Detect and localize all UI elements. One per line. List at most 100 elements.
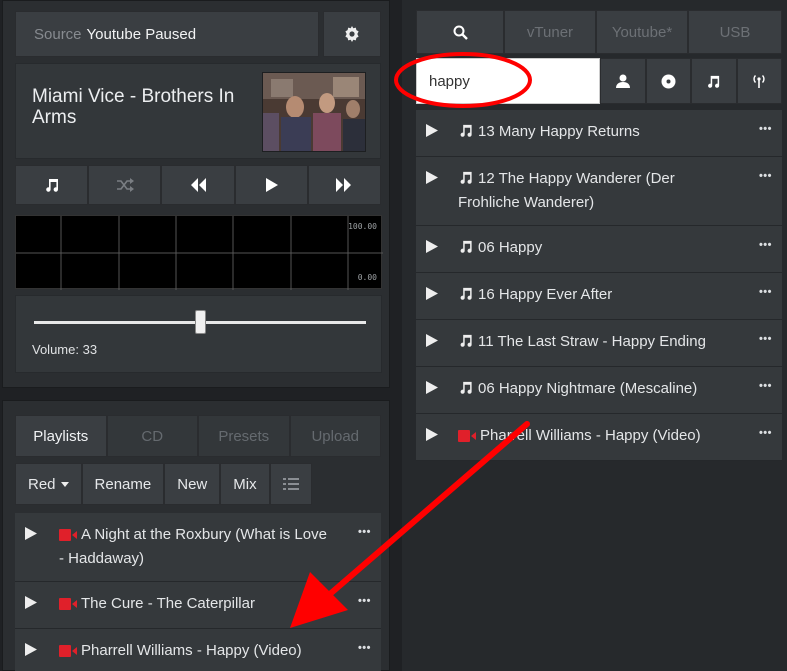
playlist-select-dropdown[interactable]: Red [15, 463, 82, 505]
video-icon [59, 642, 77, 664]
list-view-button[interactable] [269, 463, 312, 505]
item-title: 06 Happy [478, 239, 543, 256]
tab-presets[interactable]: Presets [198, 415, 290, 457]
mix-button[interactable]: Mix [220, 463, 270, 505]
more-options-icon[interactable]: ••• [759, 286, 772, 298]
item-title: 13 Many Happy Returns [478, 123, 640, 140]
list-item-text: Pharrell Williams - Happy (Video) [416, 414, 782, 460]
tab-upload[interactable]: Upload [289, 415, 381, 457]
play-icon[interactable] [426, 428, 438, 445]
playlist-select-value: Red [28, 475, 56, 493]
volume-slider-handle[interactable] [194, 310, 206, 334]
item-title: 11 The Last Straw - Happy Ending [478, 333, 706, 350]
music-note-icon [458, 123, 474, 145]
source-label: Source [34, 25, 82, 43]
tab-youtube[interactable]: Youtube* [596, 10, 688, 54]
more-options-icon[interactable]: ••• [358, 595, 371, 607]
tab-usb[interactable]: USB [688, 10, 782, 54]
item-title: A Night at the Roxbury (What is Love - H… [59, 526, 327, 567]
tab-cd[interactable]: CD [106, 415, 198, 457]
list-item[interactable]: 12 The Happy Wanderer (Der Frohliche Wan… [416, 157, 782, 226]
list-item[interactable]: Pharrell Williams - Happy (Video) ••• [15, 629, 381, 671]
list-item[interactable]: A Night at the Roxbury (What is Love - H… [15, 513, 381, 582]
now-playing-card: Miami Vice - Brothers In Arms [15, 63, 381, 159]
search-tab[interactable] [416, 10, 504, 54]
spectrum-display: 100.00 0.00 [15, 215, 383, 290]
video-icon [59, 526, 77, 548]
more-options-icon[interactable]: ••• [759, 380, 772, 392]
tab-vtuner[interactable]: vTuner [504, 10, 596, 54]
transport-controls [15, 165, 382, 205]
more-options-icon[interactable]: ••• [358, 642, 371, 654]
music-note-icon [458, 380, 474, 402]
filter-radio-button[interactable] [736, 58, 782, 104]
play-icon[interactable] [25, 596, 37, 613]
volume-label: Volume: 33 [32, 342, 98, 357]
queue-button[interactable] [15, 165, 89, 205]
more-options-icon[interactable]: ••• [759, 123, 772, 135]
list-item[interactable]: 11 The Last Straw - Happy Ending ••• [416, 320, 782, 367]
library-tabs: Playlists CD Presets Upload [15, 415, 381, 457]
list-item-text: Pharrell Williams - Happy (Video) [15, 629, 381, 671]
music-note-icon [458, 333, 474, 355]
search-input[interactable] [416, 58, 600, 104]
spectrum-max-label: 100.00 [348, 222, 377, 231]
artist-icon [615, 74, 630, 88]
video-icon [458, 427, 476, 449]
new-button[interactable]: New [164, 463, 221, 505]
item-title: 16 Happy Ever After [478, 286, 613, 303]
list-item[interactable]: 16 Happy Ever After ••• [416, 273, 782, 320]
search-panel: vTuner Youtube* USB 13 Many Happy Return… [402, 0, 787, 671]
fast-forward-button[interactable] [307, 165, 382, 205]
tab-playlists[interactable]: Playlists [15, 415, 107, 457]
item-title: Pharrell Williams - Happy (Video) [81, 642, 302, 659]
list-item-text: 11 The Last Straw - Happy Ending [416, 320, 782, 366]
video-icon [59, 595, 77, 617]
more-options-icon[interactable]: ••• [759, 239, 772, 251]
play-icon[interactable] [25, 527, 37, 544]
source-value: Youtube Paused [86, 25, 197, 43]
play-icon[interactable] [25, 643, 37, 660]
play-icon[interactable] [426, 381, 438, 398]
album-icon [661, 74, 676, 89]
list-item-text: The Cure - The Caterpillar [15, 582, 381, 628]
list-item[interactable]: 06 Happy ••• [416, 226, 782, 273]
playlist-toolbar: Red Rename New Mix [15, 463, 312, 505]
play-icon[interactable] [426, 287, 438, 304]
shuffle-icon [116, 178, 134, 192]
play-icon[interactable] [426, 334, 438, 351]
list-item-text: 06 Happy Nightmare (Mescaline) [416, 367, 782, 413]
list-item[interactable]: 13 Many Happy Returns ••• [416, 110, 782, 157]
album-art [262, 72, 366, 152]
play-button[interactable] [234, 165, 308, 205]
track-icon [706, 74, 721, 89]
spectrum-min-label: 0.00 [357, 273, 377, 282]
list-item-text: 13 Many Happy Returns [416, 110, 782, 156]
item-title: 06 Happy Nightmare (Mescaline) [478, 380, 698, 397]
search-row [416, 58, 782, 104]
settings-button[interactable] [323, 11, 381, 57]
filter-artist-button[interactable] [600, 58, 646, 104]
list-item[interactable]: The Cure - The Caterpillar ••• [15, 582, 381, 629]
play-icon[interactable] [426, 124, 438, 141]
more-options-icon[interactable]: ••• [358, 526, 371, 538]
list-item[interactable]: Pharrell Williams - Happy (Video) ••• [416, 414, 782, 461]
play-icon[interactable] [426, 171, 438, 188]
list-item[interactable]: 06 Happy Nightmare (Mescaline) ••• [416, 367, 782, 414]
play-icon[interactable] [426, 240, 438, 257]
gear-icon [344, 26, 360, 42]
rename-button[interactable]: Rename [81, 463, 165, 505]
source-tabs: vTuner Youtube* USB [416, 10, 782, 54]
source-status[interactable]: Source Youtube Paused [15, 11, 319, 57]
filter-track-button[interactable] [691, 58, 737, 104]
rewind-icon [190, 178, 206, 192]
rewind-button[interactable] [161, 165, 235, 205]
music-note-icon [458, 239, 474, 261]
item-title: 12 The Happy Wanderer (Der Frohliche Wan… [458, 170, 675, 211]
shuffle-button[interactable] [88, 165, 162, 205]
more-options-icon[interactable]: ••• [759, 427, 772, 439]
fast-forward-icon [336, 178, 352, 192]
more-options-icon[interactable]: ••• [759, 333, 772, 345]
filter-album-button[interactable] [645, 58, 691, 104]
more-options-icon[interactable]: ••• [759, 170, 772, 182]
